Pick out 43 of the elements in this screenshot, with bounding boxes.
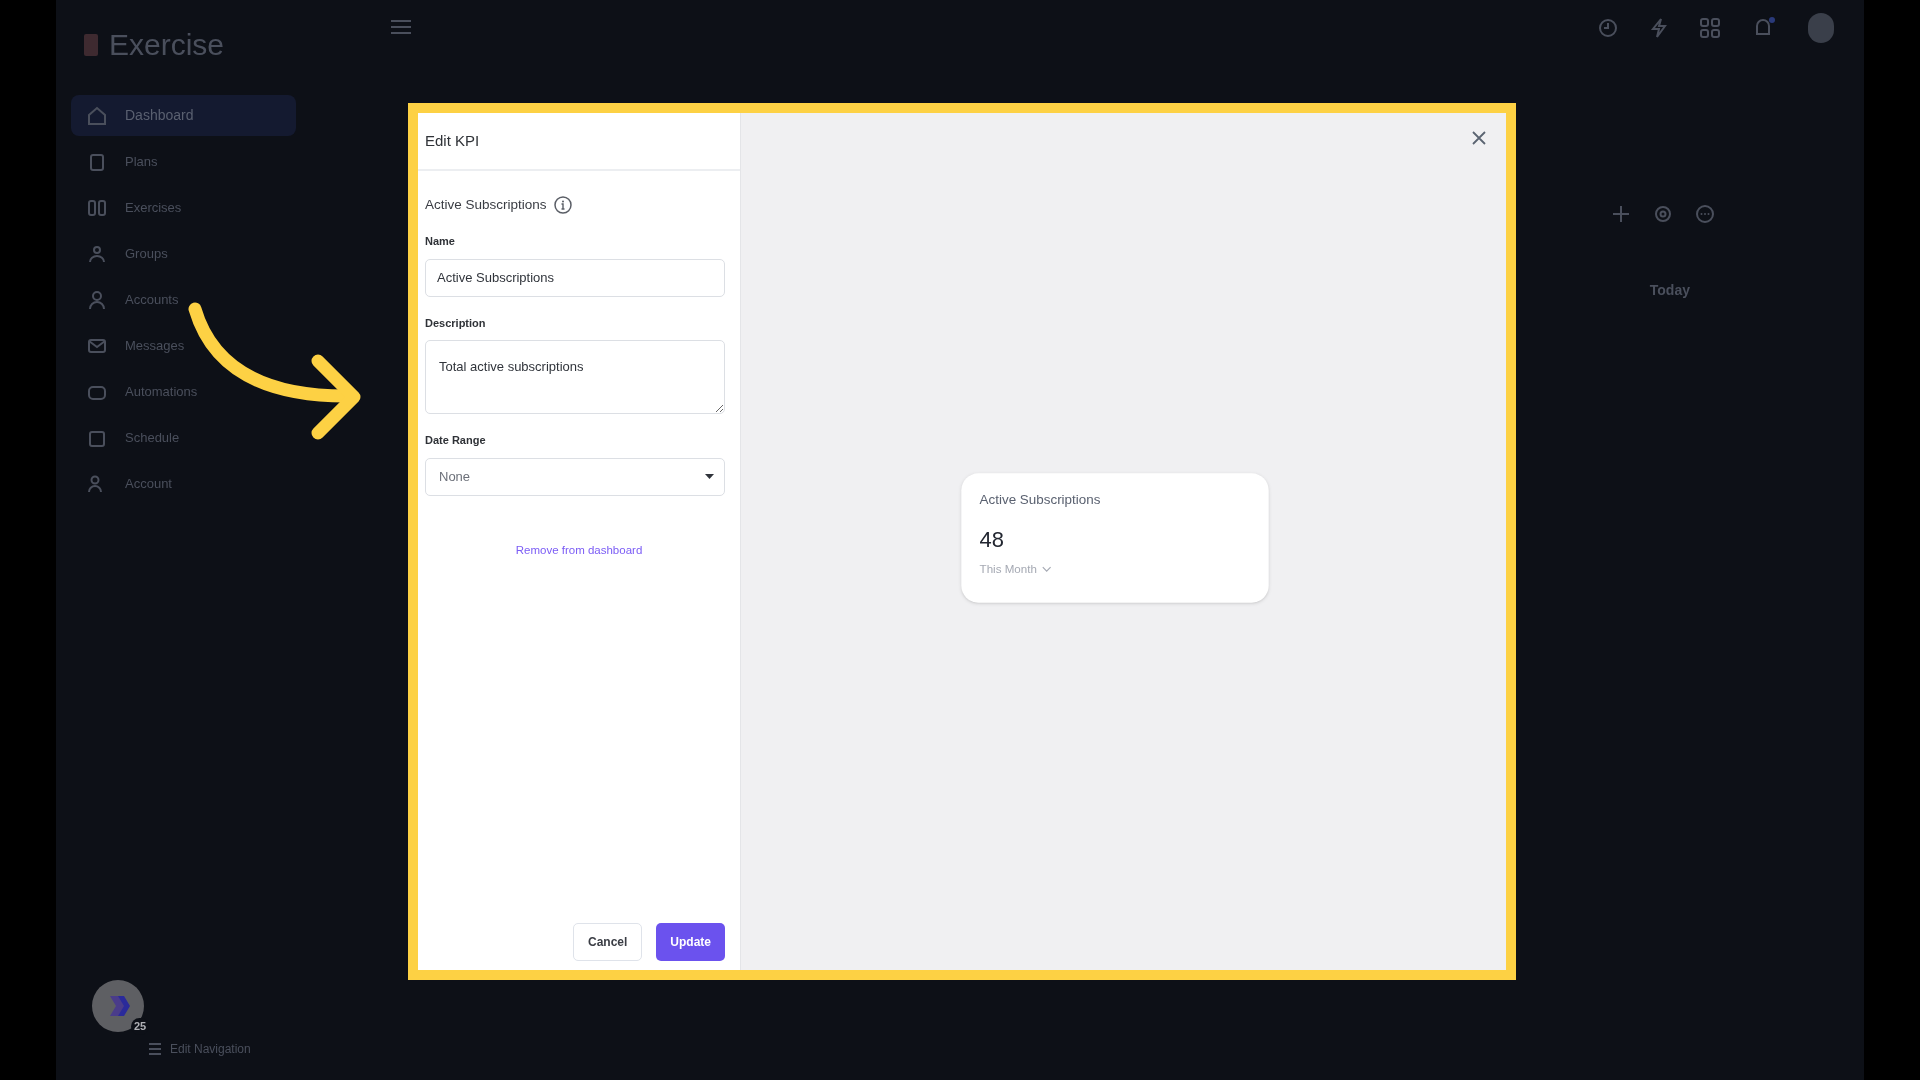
person-icon (87, 289, 107, 310)
more-icon[interactable] (1696, 205, 1714, 223)
kpi-heading: Active Subscriptions (425, 196, 547, 214)
caret-icon (705, 474, 714, 480)
sidebar-item[interactable]: Accounts (71, 279, 179, 320)
description-text-area[interactable]: Total active subscriptions (425, 340, 725, 415)
list-icon (148, 1043, 162, 1055)
sidebar-item[interactable]: Dashboard (71, 95, 296, 136)
settings-icon[interactable] (1654, 205, 1672, 223)
date-range-dropdown[interactable]: None (425, 457, 725, 496)
info-icon[interactable] (553, 196, 572, 215)
kpi-title: Active Subscriptions (979, 490, 1101, 509)
sidebar-item[interactable]: Exercises (71, 187, 182, 228)
date-filter[interactable]: Today (1649, 280, 1690, 301)
cancel-button[interactable]: Cancel (572, 923, 643, 961)
dialog-title: Edit KPI (425, 130, 480, 151)
sidebar-item[interactable]: Messages (71, 325, 185, 366)
field-label: Date Range (425, 433, 487, 449)
menu-icon[interactable] (391, 20, 411, 34)
kpi-value: 48 (979, 525, 1005, 553)
sidebar-item[interactable]: Schedule (71, 417, 180, 458)
user-avatar[interactable] (1808, 13, 1834, 43)
update-button[interactable]: Update (656, 923, 725, 961)
sidebar-item[interactable]: Account (71, 463, 172, 504)
name-input-field[interactable]: Active Subscriptions (425, 258, 725, 297)
chevron-down-icon (1041, 566, 1052, 573)
apps-icon[interactable] (1700, 18, 1720, 38)
field-label: Name (425, 234, 456, 250)
period-selector[interactable]: This Month (979, 560, 1037, 578)
house-icon (87, 105, 107, 126)
clock-icon[interactable] (1598, 18, 1618, 38)
app-logo-text: Exercise (109, 26, 225, 63)
edit-navigation-link[interactable]: Edit Navigation (170, 1040, 251, 1058)
lightning-icon[interactable] (1650, 18, 1668, 38)
field-label: Description (425, 315, 487, 331)
remove-from-dashboard-link[interactable]: Remove from dashboard (515, 541, 643, 559)
close-icon[interactable] (1472, 131, 1486, 145)
plus-icon[interactable] (1612, 205, 1630, 223)
sidebar-item[interactable]: Plans (71, 141, 158, 182)
columns-icon (87, 197, 107, 218)
workspace-avatar[interactable] (92, 980, 144, 1032)
sidebar-item[interactable]: Groups (71, 233, 168, 274)
sidebar-item[interactable]: Automations (71, 371, 198, 412)
